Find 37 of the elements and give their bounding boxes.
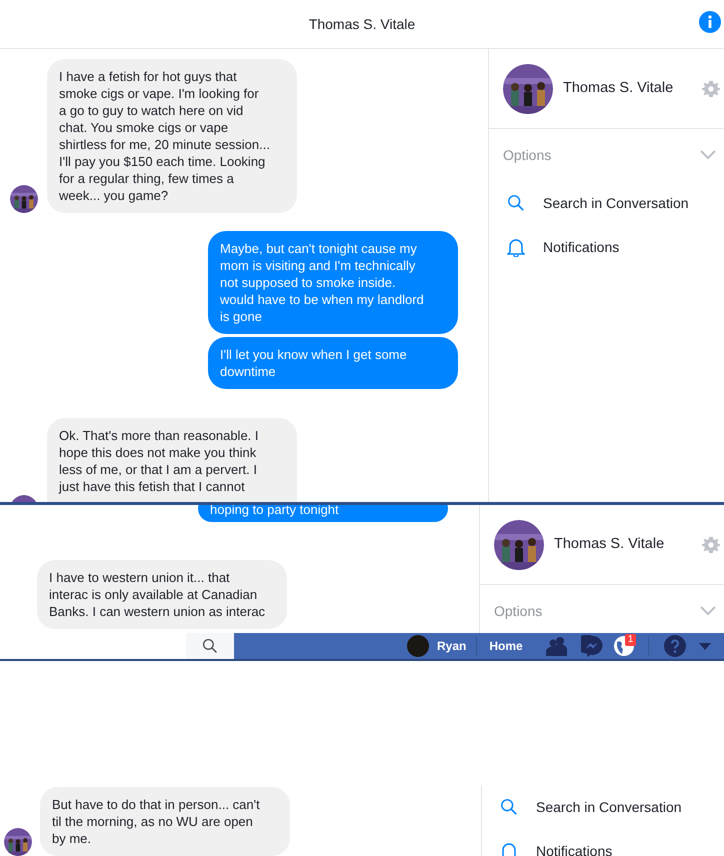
notification-badge: 1: [624, 634, 636, 646]
search-button[interactable]: [186, 633, 234, 659]
messenger-icon[interactable]: [580, 635, 603, 657]
search-icon: [500, 798, 518, 816]
help-icon[interactable]: [664, 635, 686, 657]
avatar: [494, 520, 544, 570]
conversation-option[interactable]: Search in Conversation: [489, 181, 724, 225]
avatar: [503, 64, 553, 114]
settings-icon[interactable]: [702, 80, 720, 98]
caret-icon[interactable]: [698, 642, 711, 650]
section-heading: Options: [503, 146, 552, 165]
search-icon: [507, 194, 525, 212]
chevron-down-icon[interactable]: [700, 150, 716, 160]
avatar: [407, 635, 429, 657]
conversation-option[interactable]: Notifications: [489, 225, 724, 269]
message-bubble: Maybe, but can't tonight cause my mom is visiting and I'm technically not supposed to smoke inside. would have to be when my landlord is gone: [208, 231, 458, 334]
message-bubble: I have a fetish for hot guys that smoke cigs or vape. I'm looking for a go to guy to watch here on vid chat. You smoke cigs or vape shirtless for me, 20 minute session... I'll pay you $150 each time. Looking for a regular thing, few times a week... you game?: [47, 59, 297, 213]
message-bubble: I have to western union it... that interac is only available at Canadian Banks. I can western union as interac: [37, 560, 287, 629]
message-bubble: Ok. That's more than reasonable. I hope this does not make you think less of me, or that I am a pervert. I just have this fetish that I cannot: [47, 418, 297, 502]
contact-name: Thomas S. Vitale: [563, 78, 674, 98]
chevron-down-icon[interactable]: [700, 606, 716, 616]
message-bubble: I'll let you know when I get some downtime: [208, 337, 458, 389]
search-field[interactable]: [0, 633, 186, 659]
home-link[interactable]: Home: [489, 637, 523, 655]
settings-icon[interactable]: [702, 536, 720, 554]
profile-link[interactable]: Ryan: [437, 637, 466, 655]
friends-icon[interactable]: [544, 636, 569, 656]
info-icon[interactable]: [699, 11, 721, 33]
message-bubble: But have to do that in person... can't til the morning, as no WU are open by me.: [40, 787, 290, 856]
contact-name: Thomas S. Vitale: [554, 534, 664, 554]
search-icon: [202, 638, 218, 654]
conversation-option[interactable]: Notifications: [482, 829, 724, 856]
bell-icon: [500, 841, 518, 856]
section-heading: Options: [494, 602, 542, 621]
bell-icon: [507, 237, 525, 257]
conversation-title: Thomas S. Vitale: [308, 14, 416, 34]
conversation-option[interactable]: Search in Conversation: [482, 785, 724, 829]
